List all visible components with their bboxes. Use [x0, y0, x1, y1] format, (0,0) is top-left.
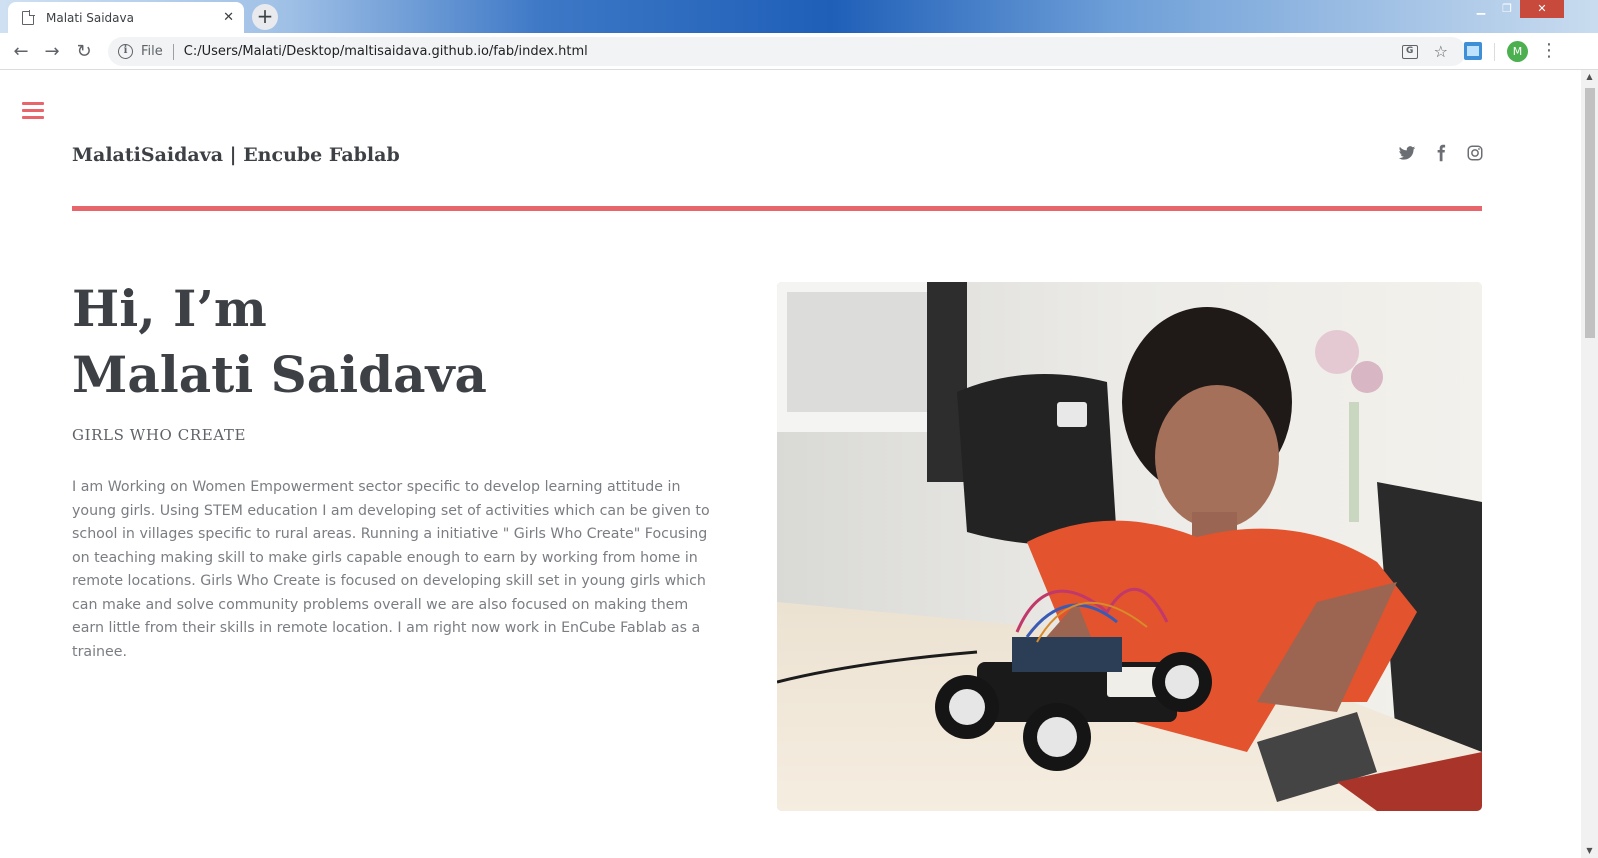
info-icon[interactable]: i: [118, 44, 133, 59]
menu-icon[interactable]: ⋮: [1540, 41, 1558, 63]
toolbar-divider: [1494, 43, 1495, 61]
restore-icon[interactable]: ❐: [1494, 0, 1520, 18]
translate-icon[interactable]: G: [1401, 44, 1418, 59]
hero-heading: Hi, I’m Malati Saidava: [72, 276, 722, 408]
header-divider: [72, 206, 1482, 211]
scroll-down-icon[interactable]: ▼: [1581, 844, 1598, 858]
reload-icon[interactable]: ↻: [73, 41, 95, 63]
profile-photo: [777, 282, 1482, 811]
page-icon: [22, 10, 35, 25]
site-title[interactable]: MalatiSaidava | Encube Fablab: [72, 144, 400, 166]
facebook-icon[interactable]: [1432, 144, 1452, 166]
window-controls: ▁ ❐ ✕: [1468, 0, 1564, 18]
extension-icon[interactable]: [1464, 42, 1482, 60]
page-viewport: MalatiSaidava | Encube Fablab Hi, I’m Ma…: [0, 70, 1581, 858]
hero-greeting-line: Hi, I’m: [72, 279, 267, 338]
forward-icon[interactable]: →: [41, 41, 63, 63]
minimize-icon[interactable]: ▁: [1468, 0, 1494, 18]
url-text[interactable]: C:/Users/Malati/Desktop/maltisaidava.git…: [184, 44, 1402, 59]
scroll-thumb[interactable]: [1585, 88, 1595, 338]
scroll-up-icon[interactable]: ▲: [1581, 70, 1598, 84]
photo-illustration: [777, 282, 1482, 811]
tab-title: Malati Saidava: [46, 10, 134, 25]
close-icon[interactable]: ✕: [223, 10, 234, 25]
hero-description: I am Working on Women Empowerment sector…: [72, 479, 710, 660]
star-icon[interactable]: ☆: [1434, 42, 1448, 61]
new-tab-button[interactable]: +: [252, 4, 278, 30]
window-close-icon[interactable]: ✕: [1520, 0, 1564, 18]
twitter-icon[interactable]: [1398, 144, 1418, 166]
browser-toolbar: ← → ↻ i File C:/Users/Malati/Desktop/mal…: [0, 33, 1598, 70]
url-scheme: File: [141, 44, 163, 59]
address-bar[interactable]: i File C:/Users/Malati/Desktop/maltisaid…: [108, 37, 1466, 66]
address-divider: [172, 43, 174, 60]
profile-avatar[interactable]: M: [1507, 41, 1528, 62]
page-scrollbar[interactable]: ▲ ▼: [1581, 70, 1598, 858]
hero-name: Malati Saidava: [72, 345, 487, 404]
social-links: [1398, 144, 1486, 166]
back-icon[interactable]: ←: [10, 41, 32, 63]
browser-tab[interactable]: Malati Saidava ✕: [8, 2, 244, 33]
hamburger-menu-icon[interactable]: [22, 102, 44, 120]
instagram-icon[interactable]: [1466, 144, 1486, 166]
hero-subtitle: GIRLS WHO CREATE: [72, 426, 247, 444]
tab-strip: Malati Saidava ✕ + ▁ ❐ ✕: [0, 0, 1598, 33]
